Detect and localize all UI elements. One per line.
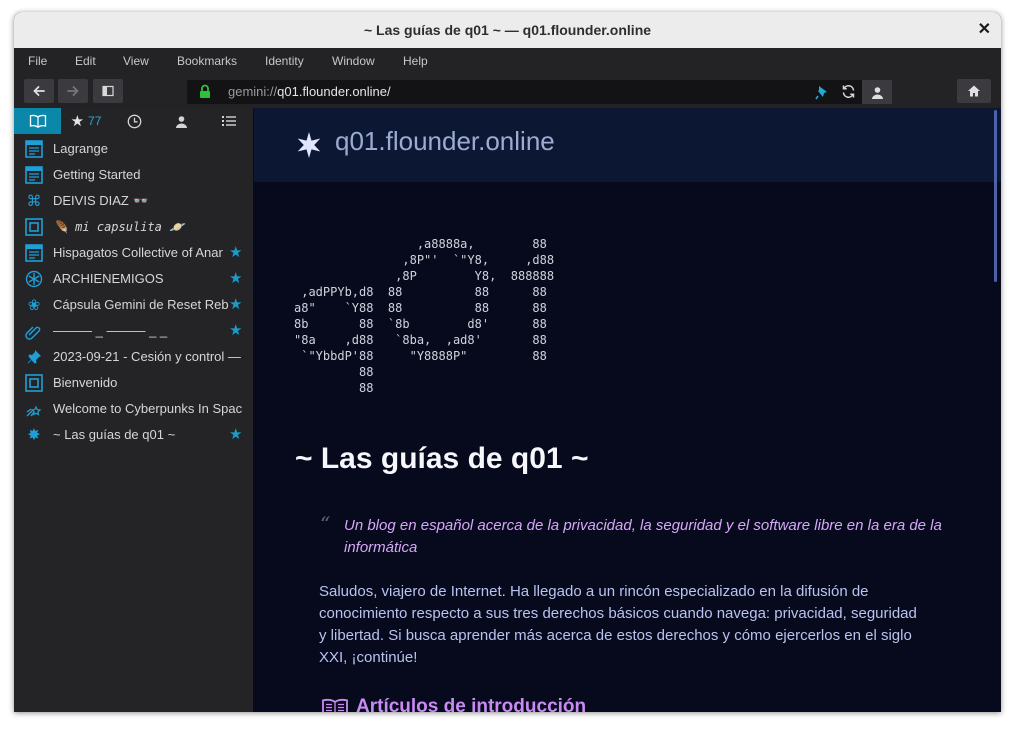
ascii-art-logo: ,a8888a, 88 ,8P"' `"Y8, ,d88 ,8P Y8, 888… — [294, 237, 555, 395]
arrow-right-icon — [67, 86, 79, 96]
sidebar-item-label: DEIVIS DIAZ 👓 — [53, 193, 149, 208]
page-icon — [25, 140, 43, 158]
home-icon — [968, 85, 980, 97]
sidebar-item-deivis-diaz[interactable]: ⌘ DEIVIS DIAZ 👓 — [14, 188, 253, 214]
frame-icon — [25, 218, 43, 236]
page-heading: ~ Las guías de q01 ~ — [295, 442, 589, 475]
page-content: q01.flounder.online ,a8888a, 88 ,8P"' `"… — [254, 108, 1001, 712]
star-icon: ★ — [70, 113, 85, 130]
menu-bar: File Edit View Bookmarks Identity Window… — [14, 48, 1001, 74]
tab-outline[interactable] — [205, 108, 253, 134]
window-title: ~ Las guías de q01 ~ — q01.flounder.onli… — [363, 22, 652, 38]
banner-title: q01.flounder.online — [335, 126, 555, 156]
section-heading-text: Artículos de introducción — [356, 696, 587, 712]
star-icon: ★ — [229, 270, 243, 287]
url-scheme: gemini:// — [228, 84, 278, 99]
list-icon — [222, 116, 236, 126]
sidebar-item-label: Hispagatos Collective of Anar — [53, 245, 223, 260]
frame-icon — [25, 374, 43, 392]
burst-icon — [296, 132, 322, 163]
sidebar-item-capsula-reset[interactable]: ❀ Cápsula Gemini de Reset Reb ★ — [14, 292, 253, 318]
sidebar-item-lagrange[interactable]: Lagrange — [14, 136, 253, 162]
person-icon — [176, 115, 187, 128]
comet-icon — [25, 400, 43, 418]
sidebar: ★ 77 Lagrange Getting Started ⌘ DEIVIS D… — [14, 108, 253, 712]
lock-icon — [199, 84, 211, 104]
forward-button[interactable] — [58, 79, 88, 103]
menu-view[interactable]: View — [123, 48, 149, 74]
open-book-icon — [29, 114, 46, 128]
identity-button[interactable] — [862, 80, 892, 104]
page-icon — [25, 244, 43, 262]
sidebar-item-label: Bienvenido — [53, 375, 118, 390]
bookmark-icon[interactable] — [814, 84, 830, 105]
clock-icon — [127, 114, 142, 128]
open-book-icon — [321, 698, 349, 712]
menu-edit[interactable]: Edit — [75, 48, 96, 74]
flower-icon: ❀ — [27, 297, 41, 314]
sidebar-tabs: ★ 77 — [14, 108, 253, 134]
scrollbar[interactable] — [994, 110, 997, 282]
home-button[interactable] — [957, 79, 991, 103]
star-icon: ★ — [229, 296, 243, 313]
browser-window: ~ Las guías de q01 ~ — q01.flounder.onli… — [14, 12, 1001, 712]
reload-icon[interactable] — [840, 83, 857, 105]
tab-identities[interactable] — [158, 108, 205, 134]
command-icon: ⌘ — [26, 193, 42, 210]
burst-icon: ✸ — [27, 427, 41, 444]
pin-icon — [25, 348, 43, 366]
sidebar-item-label: ~ Las guías de q01 ~ — [53, 427, 176, 442]
sidebar-item-cesion-control[interactable]: 2023-09-21 - Cesión y control — l — [14, 344, 253, 370]
star-icon: ★ — [229, 244, 243, 261]
sidebar-item-archienemigos[interactable]: ARCHIENEMIGOS ★ — [14, 266, 253, 292]
sidebar-item-bienvenido[interactable]: Bienvenido — [14, 370, 253, 396]
page-icon — [25, 166, 43, 184]
arrow-left-icon — [33, 86, 45, 96]
blockquote: Un blog en español acerca de la privacid… — [344, 517, 942, 556]
sidebar-item-label: ARCHIENEMIGOS — [53, 271, 164, 286]
close-icon[interactable]: ✕ — [978, 12, 991, 48]
sidebar-item-label: 🪶 mi capsulita 🪐 — [53, 220, 185, 234]
sidebar-toggle-button[interactable] — [93, 79, 123, 103]
tab-history[interactable] — [111, 108, 158, 134]
sidebar-item-label: ——— _ ——— _ _ — [53, 323, 168, 338]
sidebar-item-label: Cápsula Gemini de Reset Reb — [53, 297, 229, 312]
sidebar-item-dashes[interactable]: ——— _ ——— _ _ ★ — [14, 318, 253, 344]
sidebar-item-mi-capsulita[interactable]: 🪶 mi capsulita 🪐 — [14, 214, 253, 240]
person-icon — [871, 86, 883, 99]
url-host: q01.flounder.online — [277, 84, 388, 99]
bookmarks-count: 77 — [88, 114, 102, 128]
url-path: / — [387, 84, 391, 99]
url-bar[interactable]: gemini://q01.flounder.online/ — [187, 80, 892, 104]
sidebar-item-las-guias[interactable]: ✸ ~ Las guías de q01 ~ ★ — [14, 422, 253, 448]
sidebar-item-hispagatos[interactable]: Hispagatos Collective of Anar ★ — [14, 240, 253, 266]
paperclip-icon — [25, 322, 43, 340]
snowflake-icon — [25, 270, 43, 288]
site-banner[interactable]: q01.flounder.online — [254, 108, 1001, 182]
menu-help[interactable]: Help — [403, 48, 428, 74]
tab-feeds[interactable] — [14, 108, 61, 134]
star-icon: ★ — [229, 322, 243, 339]
title-bar: ~ Las guías de q01 ~ — q01.flounder.onli… — [14, 12, 1001, 48]
sidebar-item-label: Lagrange — [53, 141, 108, 156]
menu-window[interactable]: Window — [332, 48, 375, 74]
tab-bookmarks[interactable]: ★ 77 — [61, 108, 111, 134]
menu-bookmarks[interactable]: Bookmarks — [177, 48, 237, 74]
menu-identity[interactable]: Identity — [265, 48, 304, 74]
sidebar-item-cyberpunks[interactable]: Welcome to Cyberpunks In Spac — [14, 396, 253, 422]
intro-paragraph: Saludos, viajero de Internet. Ha llegado… — [319, 583, 917, 666]
toolbar: gemini://q01.flounder.online/ — [14, 74, 1001, 108]
sidebar-icon — [102, 85, 114, 97]
sidebar-item-label: Welcome to Cyberpunks In Spac — [53, 401, 243, 416]
sidebar-item-label: Getting Started — [53, 167, 141, 182]
menu-file[interactable]: File — [28, 48, 47, 74]
sidebar-item-getting-started[interactable]: Getting Started — [14, 162, 253, 188]
star-icon: ★ — [229, 426, 243, 443]
quote-mark-icon: “ — [320, 512, 331, 536]
sidebar-item-label: 2023-09-21 - Cesión y control — l — [53, 349, 244, 364]
back-button[interactable] — [24, 79, 54, 103]
